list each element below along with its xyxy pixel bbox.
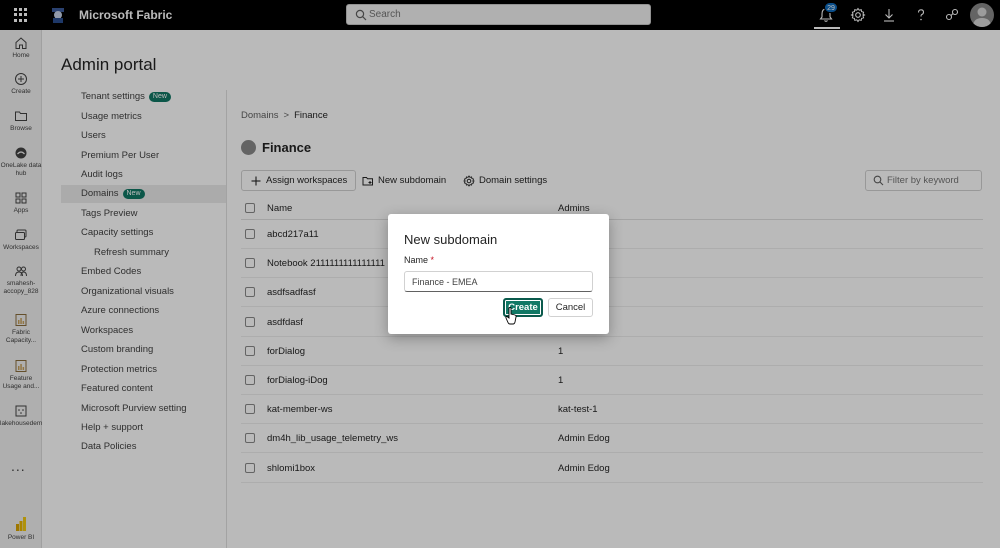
dialog-title: New subdomain <box>404 232 498 247</box>
subdomain-name-input[interactable] <box>404 271 593 292</box>
name-field-label: Name * <box>404 255 435 265</box>
new-subdomain-dialog: New subdomain Name * Create Cancel <box>388 214 609 334</box>
cancel-button[interactable]: Cancel <box>548 298 593 317</box>
required-marker: * <box>430 255 435 265</box>
mouse-pointer-icon <box>505 307 517 325</box>
